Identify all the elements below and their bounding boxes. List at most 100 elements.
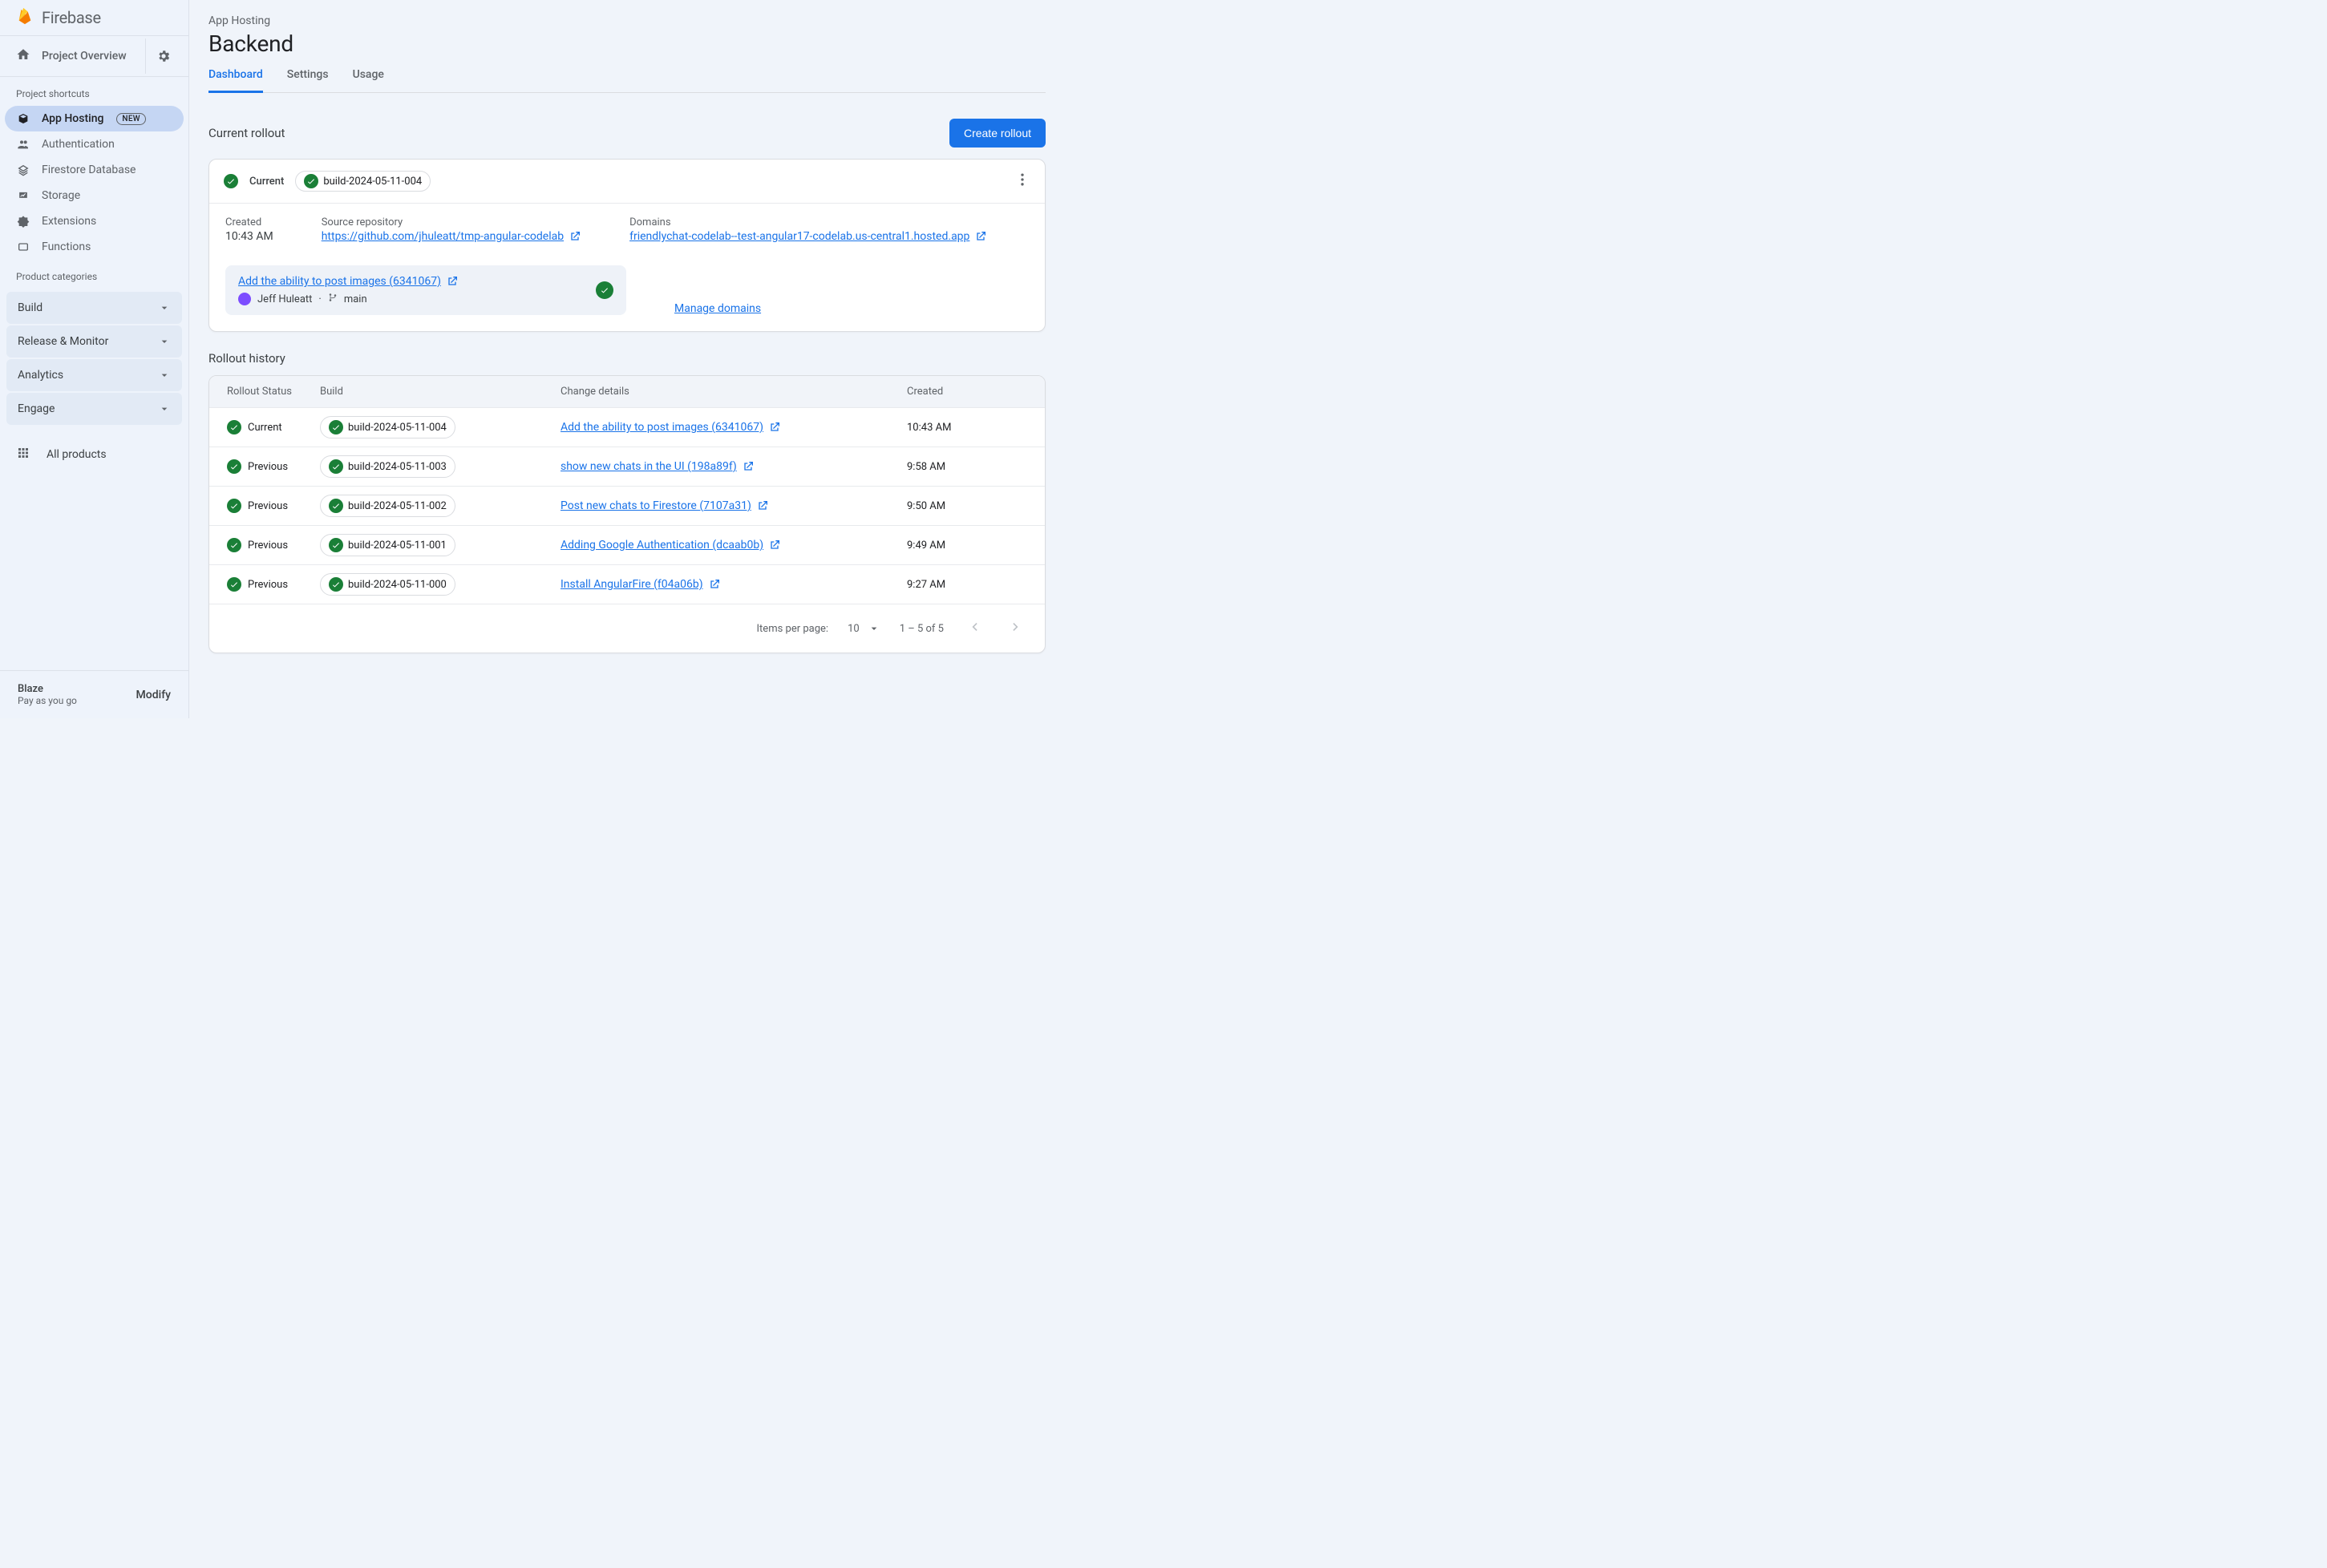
billing-plan-row: Blaze Pay as you go Modify [0,670,188,718]
row-created: 9:50 AM [907,500,1027,512]
change-link[interactable]: Adding Google Authentication (dcaab0b) [561,539,781,552]
nav-badge: NEW [116,113,145,125]
all-products-link[interactable]: All products [0,434,188,475]
current-rollout-title: Current rollout [208,126,285,140]
avatar [238,293,251,305]
create-rollout-button[interactable]: Create rollout [949,119,1046,148]
nav-label: Storage [42,189,80,202]
branch-icon [328,293,338,305]
row-created: 9:58 AM [907,461,1027,473]
plan-modify-button[interactable]: Modify [136,689,171,701]
sidebar-categories-label: Product categories [0,260,188,289]
external-link-icon [742,460,755,473]
nav-label: Extensions [42,215,96,228]
project-overview-row[interactable]: Project Overview [0,35,188,77]
build-id: build-2024-05-11-004 [323,176,422,188]
pager-next-button[interactable] [1005,616,1027,641]
build-pill[interactable]: build-2024-05-11-004 [320,416,455,438]
current-rollout-card: Current build-2024-05-11-004 Created 10:… [208,159,1046,332]
nav-icon [16,189,30,202]
more-menu-button[interactable] [1014,172,1030,191]
build-pill[interactable]: build-2024-05-11-003 [320,455,455,478]
external-link-icon [768,421,781,434]
gear-icon [156,49,171,63]
table-row: Previous build-2024-05-11-001 Adding Goo… [209,525,1045,564]
chevron-left-icon [966,619,982,635]
all-products-label: All products [47,448,107,461]
category-label: Build [18,301,42,314]
change-link[interactable]: Add the ability to post images (6341067) [561,421,781,434]
sidebar-item-app-hosting[interactable]: App Hosting NEW [5,106,184,131]
row-created: 9:27 AM [907,579,1027,591]
build-pill[interactable]: build-2024-05-11-004 [295,171,431,192]
manage-domains-link[interactable]: Manage domains [674,302,761,315]
sidebar-item-storage[interactable]: Storage [5,183,184,208]
plan-subtitle: Pay as you go [18,695,77,706]
commit-author: Jeff Huleatt [257,293,312,305]
build-pill[interactable]: build-2024-05-11-000 [320,573,455,596]
external-link-icon [756,499,769,512]
check-circle-icon [329,459,343,474]
category-engage[interactable]: Engage [6,393,182,425]
project-overview-label: Project Overview [42,50,127,63]
brand-name: Firebase [42,8,101,27]
category-label: Release & Monitor [18,335,108,348]
items-per-page-select[interactable]: 10 [848,622,880,635]
breadcrumb[interactable]: App Hosting [208,14,1046,27]
check-circle-icon [329,577,343,592]
category-analytics[interactable]: Analytics [6,359,182,391]
build-pill[interactable]: build-2024-05-11-002 [320,495,455,517]
category-list: Build Release & Monitor Analytics Engage [0,292,188,426]
change-link[interactable]: Install AngularFire (f04a06b) [561,578,721,591]
row-build-id: build-2024-05-11-004 [348,422,447,434]
rollout-history-title: Rollout history [208,351,1046,366]
row-status: Current [248,422,282,434]
row-created: 9:49 AM [907,540,1027,552]
sidebar-item-functions[interactable]: Functions [5,234,184,260]
col-header-status: Rollout Status [227,386,320,398]
build-pill[interactable]: build-2024-05-11-001 [320,534,455,556]
rollout-status-label: Current [249,176,284,188]
sidebar-item-firestore-database[interactable]: Firestore Database [5,157,184,183]
category-build[interactable]: Build [6,292,182,324]
table-footer: Items per page: 10 1 – 5 of 5 [209,604,1045,653]
commit-link[interactable]: Add the ability to post images (6341067) [238,275,459,288]
row-status: Previous [248,540,288,552]
sidebar-nav-list: App Hosting NEW Authentication Firestore … [0,106,188,260]
check-circle-icon [304,174,318,188]
chevron-right-icon [1008,619,1024,635]
sidebar: Firebase Project Overview Project shortc… [0,0,189,718]
plan-name: Blaze [18,683,77,695]
domains-label: Domains [629,216,1029,228]
tab-settings[interactable]: Settings [287,68,329,92]
repo-label: Source repository [322,216,581,228]
repo-link[interactable]: https://github.com/jhuleatt/tmp-angular-… [322,230,581,243]
sidebar-item-authentication[interactable]: Authentication [5,131,184,157]
nav-label: App Hosting [42,112,103,125]
chevron-down-icon [158,369,171,382]
tab-usage[interactable]: Usage [353,68,384,92]
sidebar-item-extensions[interactable]: Extensions [5,208,184,234]
chevron-down-icon [158,402,171,415]
project-settings-button[interactable] [145,38,180,74]
external-link-icon [974,230,987,243]
row-status: Previous [248,500,288,512]
domain-link[interactable]: friendlychat-codelab--test-angular17-cod… [629,230,987,243]
category-release-monitor[interactable]: Release & Monitor [6,325,182,358]
table-row: Current build-2024-05-11-004 Add the abi… [209,407,1045,447]
pager-prev-button[interactable] [963,616,985,641]
row-build-id: build-2024-05-11-003 [348,461,447,473]
change-link[interactable]: show new chats in the UI (198a89f) [561,460,755,473]
main-content: App Hosting Backend DashboardSettingsUsa… [189,0,1065,718]
nav-icon [16,240,30,253]
tab-dashboard[interactable]: Dashboard [208,68,263,93]
check-circle-icon [227,577,241,592]
row-status: Previous [248,579,288,591]
sidebar-shortcuts-label: Project shortcuts [0,77,188,106]
category-label: Analytics [18,369,63,382]
items-per-page-label: Items per page: [757,623,829,635]
row-build-id: build-2024-05-11-000 [348,579,447,591]
change-link[interactable]: Post new chats to Firestore (7107a31) [561,499,769,512]
check-circle-icon [329,420,343,434]
col-header-change: Change details [561,386,907,398]
